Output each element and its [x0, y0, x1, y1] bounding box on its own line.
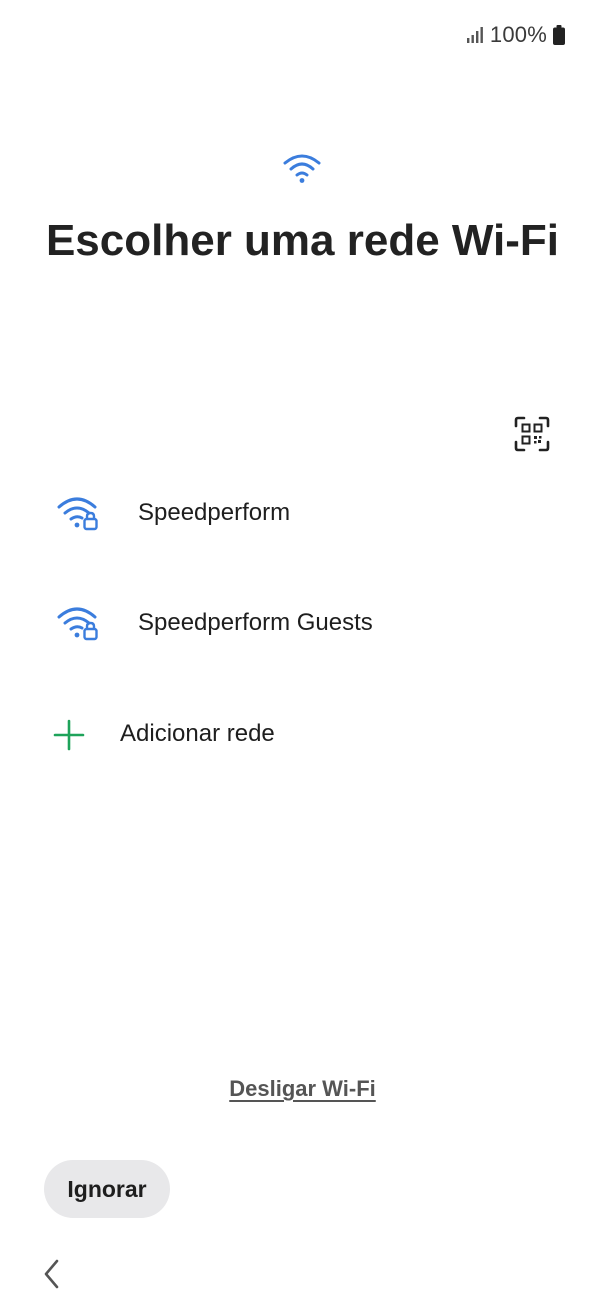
- qr-code-scan-icon: [514, 416, 550, 452]
- wifi-icon: [282, 152, 322, 184]
- network-item[interactable]: Speedperform: [0, 468, 605, 558]
- add-network-button[interactable]: Adicionar rede: [0, 690, 605, 780]
- wifi-lock-icon: [56, 603, 102, 643]
- add-network-label: Adicionar rede: [120, 720, 275, 747]
- status-indicators: 100%: [466, 22, 565, 48]
- signal-bars-icon: [466, 26, 484, 44]
- qr-scan-button[interactable]: [512, 414, 552, 454]
- network-name: Speedperform: [138, 499, 291, 526]
- back-button[interactable]: [38, 1256, 68, 1292]
- wifi-lock-icon: [56, 493, 102, 533]
- battery-full-icon: [553, 25, 565, 45]
- network-name: Speedperform Guests: [138, 609, 373, 636]
- status-bar: 100%: [0, 0, 605, 70]
- turn-off-wifi-link[interactable]: Desligar Wi-Fi: [0, 1076, 605, 1102]
- plus-icon: [52, 718, 86, 752]
- battery-percentage: 100%: [489, 22, 547, 47]
- skip-button[interactable]: Ignorar: [44, 1160, 170, 1218]
- chevron-left-icon: [44, 1259, 59, 1289]
- page-title: Escolher uma rede Wi-Fi: [45, 216, 560, 265]
- network-item[interactable]: Speedperform Guests: [0, 578, 605, 668]
